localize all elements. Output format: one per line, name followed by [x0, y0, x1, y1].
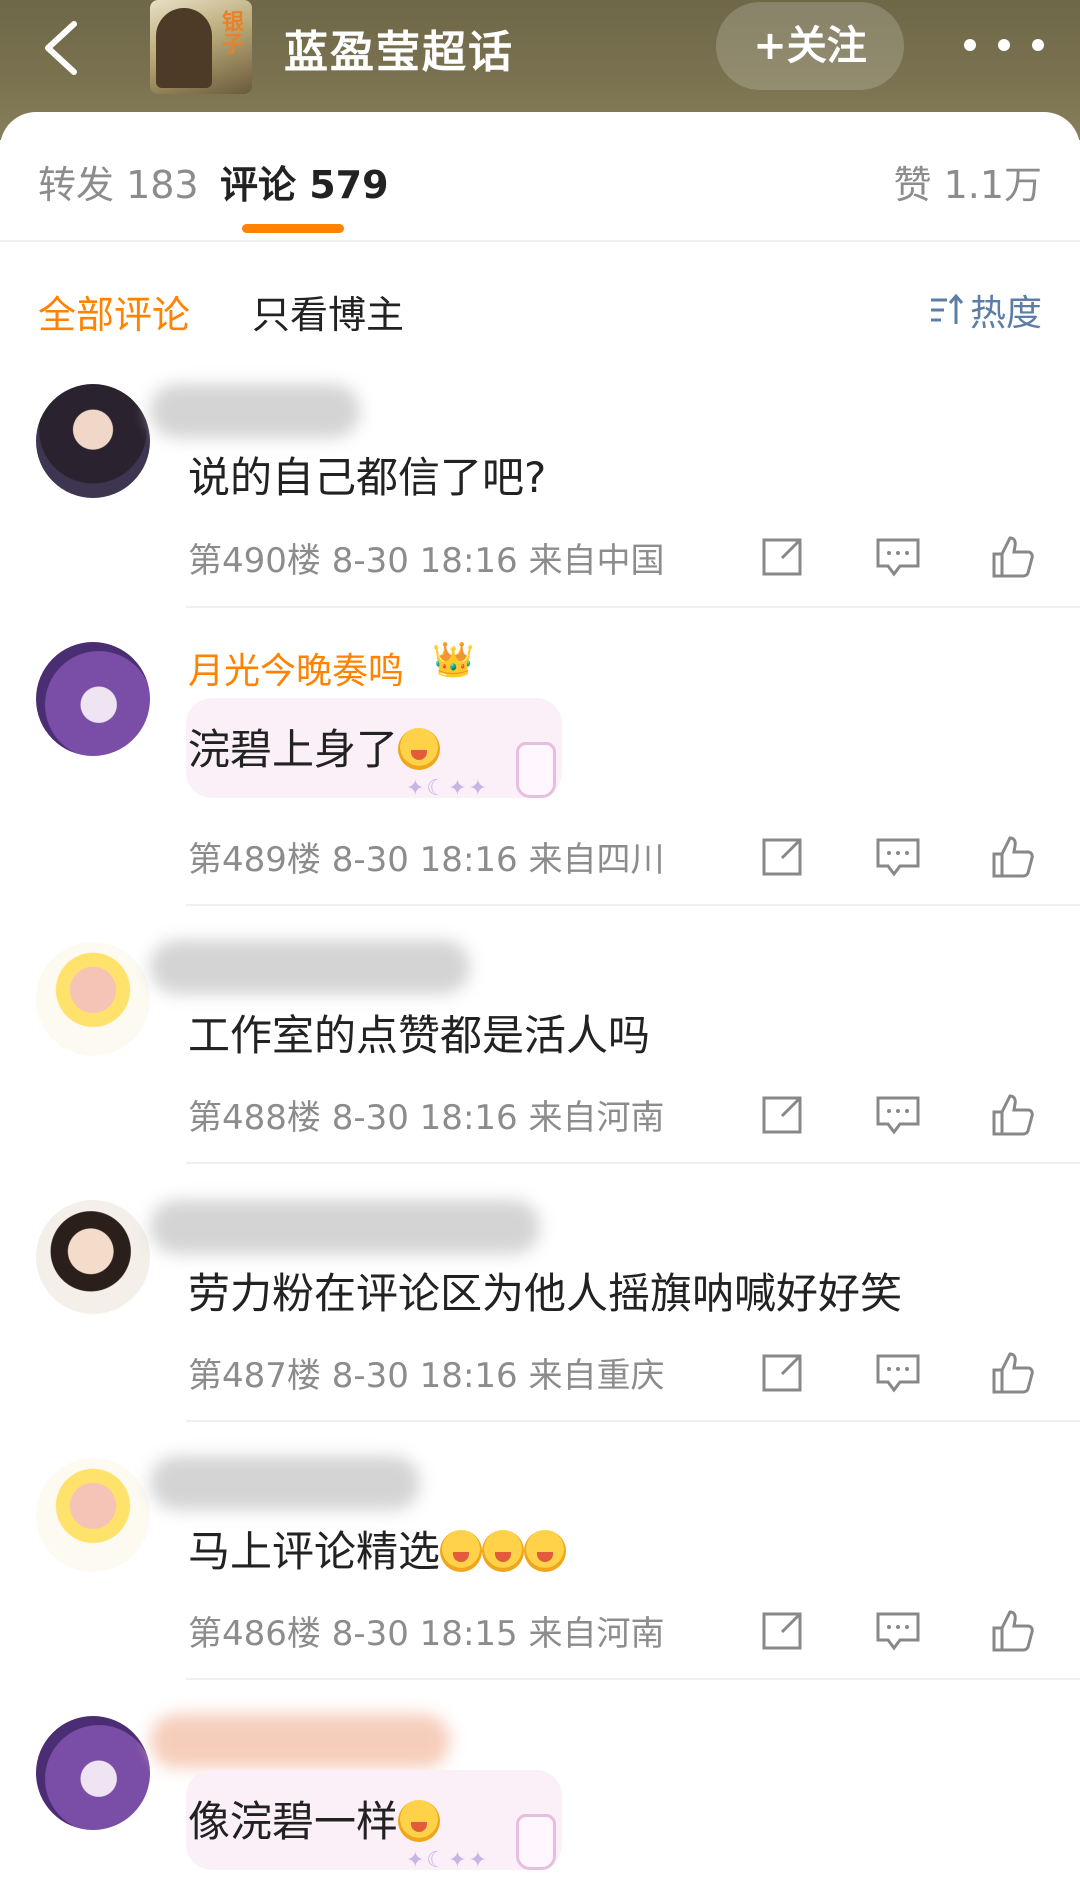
share-icon[interactable] — [760, 532, 808, 580]
comment-meta: 第486楼 8-30 18:15 来自河南 — [188, 1614, 665, 1654]
reply-icon[interactable] — [874, 1090, 922, 1138]
topic-title[interactable]: 蓝盈莹超话 — [284, 16, 514, 80]
share-icon[interactable] — [760, 832, 808, 880]
reply-icon[interactable] — [874, 1606, 922, 1654]
tab-reposts[interactable]: 转发 183 — [38, 154, 199, 209]
avatar[interactable] — [36, 1200, 150, 1314]
blurred-username — [150, 940, 470, 994]
comment-text: 说的自己都信了吧? — [188, 453, 547, 502]
comment-divider — [186, 606, 1080, 608]
laugh-emoji-icon — [440, 1530, 483, 1572]
more-dot-icon — [1032, 39, 1044, 51]
comment-actions — [760, 832, 1040, 882]
follow-button[interactable]: +关注 — [716, 2, 904, 90]
like-icon[interactable] — [988, 1348, 1036, 1396]
comment-text: 劳力粉在评论区为他人摇旗呐喊好好笑 — [188, 1269, 903, 1318]
share-icon[interactable] — [760, 1090, 808, 1138]
tab-likes[interactable]: 赞 1.1万 — [893, 154, 1042, 209]
sort-label: 热度 — [969, 293, 1042, 334]
filter-author-only[interactable]: 只看博主 — [252, 284, 404, 339]
comment-text: 工作室的点赞都是活人吗 — [188, 1011, 651, 1060]
comment-meta: 第487楼 8-30 18:16 来自重庆 — [188, 1356, 665, 1396]
stars-decoration-icon: ✦☾✦✦ — [406, 1848, 490, 1873]
more-options-button[interactable] — [964, 22, 1044, 68]
jar-decoration-icon — [516, 1814, 556, 1870]
avatar[interactable] — [36, 1716, 150, 1830]
active-tab-indicator — [242, 224, 344, 233]
like-icon[interactable] — [988, 1606, 1036, 1654]
comment-filter-bar: 全部评论 只看博主 热度 — [0, 242, 1080, 362]
comment-divider — [186, 1420, 1080, 1422]
more-dot-icon — [964, 39, 976, 51]
stars-decoration-icon: ✦☾✦✦ — [406, 776, 490, 801]
tab-bar: 转发 183 评论 579 赞 1.1万 — [0, 112, 1080, 242]
comment-divider — [186, 1678, 1080, 1680]
share-icon[interactable] — [760, 1348, 808, 1396]
sort-button[interactable]: 热度 — [928, 284, 1042, 336]
comment-text: 浣碧上身了 — [188, 716, 441, 777]
crown-badge-icon: 👑 — [432, 640, 475, 680]
comment-text: 马上评论精选 — [188, 1518, 567, 1579]
reply-icon[interactable] — [874, 832, 922, 880]
avatar[interactable] — [36, 642, 150, 756]
sort-icon — [930, 293, 964, 324]
laugh-emoji-icon — [482, 1530, 525, 1572]
laugh-emoji-icon — [524, 1530, 567, 1572]
topic-cover-image[interactable]: 银子 — [150, 0, 252, 94]
reply-icon[interactable] — [874, 532, 922, 580]
comment-actions — [760, 1348, 1040, 1398]
blurred-username — [150, 384, 360, 438]
avatar[interactable] — [36, 384, 150, 498]
blurred-username — [150, 1456, 420, 1510]
comment-actions — [760, 532, 1040, 582]
comment-meta: 第490楼 8-30 18:16 来自中国 — [188, 541, 665, 581]
like-icon[interactable] — [988, 1090, 1036, 1138]
avatar[interactable] — [36, 1458, 150, 1572]
like-icon[interactable] — [988, 832, 1036, 880]
blurred-username — [150, 1200, 540, 1254]
smile-emoji-icon — [398, 1800, 441, 1842]
share-icon[interactable] — [760, 1606, 808, 1654]
cover-text: 银子 — [218, 10, 243, 54]
avatar[interactable] — [36, 942, 150, 1056]
comment-actions — [760, 1090, 1040, 1140]
comment-divider — [186, 904, 1080, 906]
blurred-username — [150, 1714, 450, 1768]
comment-meta: 第488楼 8-30 18:16 来自河南 — [188, 1098, 665, 1138]
cover-figure — [156, 8, 212, 88]
reply-icon[interactable] — [874, 1348, 922, 1396]
comment-meta: 第489楼 8-30 18:16 来自四川 — [188, 840, 665, 880]
back-button[interactable] — [38, 18, 84, 78]
comment-actions — [760, 1606, 1040, 1656]
chevron-left-icon — [45, 21, 77, 75]
tab-comments[interactable]: 评论 579 — [220, 154, 389, 209]
comment-text: 像浣碧一样 — [188, 1788, 441, 1849]
username[interactable]: 月光今晚奏鸣 — [188, 642, 404, 694]
like-icon[interactable] — [988, 532, 1036, 580]
more-dot-icon — [998, 39, 1010, 51]
comment-divider — [186, 1162, 1080, 1164]
jar-decoration-icon — [516, 742, 556, 798]
filter-all-comments[interactable]: 全部评论 — [38, 284, 190, 339]
smile-emoji-icon — [398, 728, 441, 770]
